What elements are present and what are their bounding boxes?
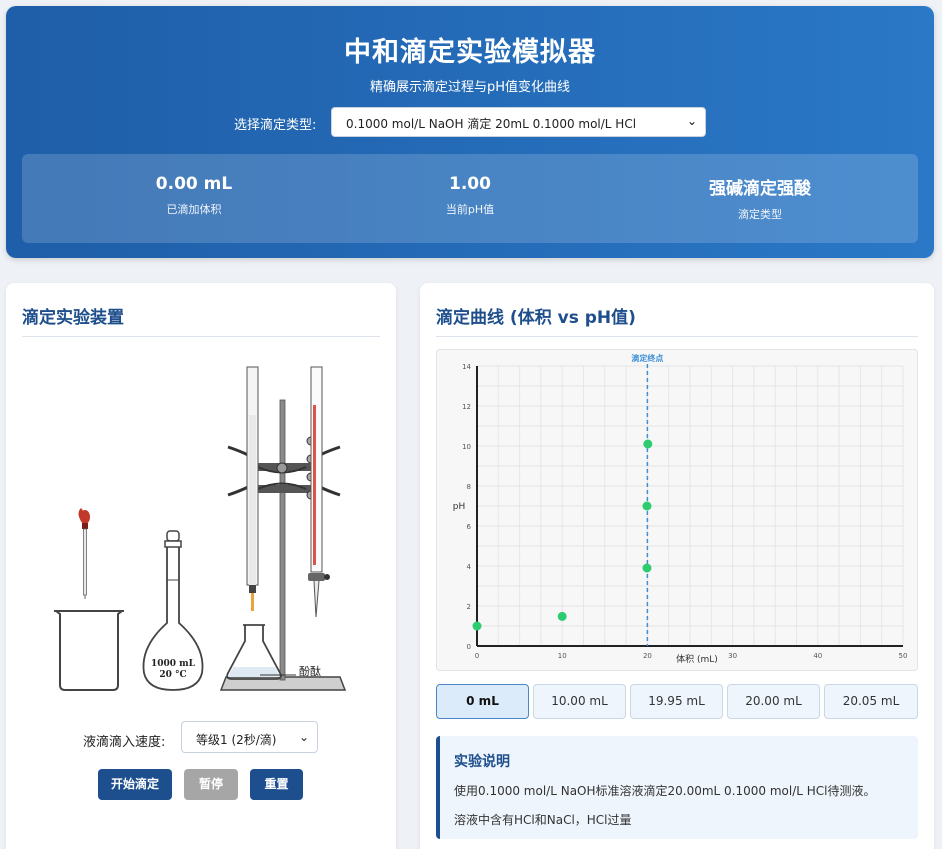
info-line-2: 溶液中含有HCl和NaCl，HCl过量 <box>454 813 632 827</box>
app-subtitle: 精确展示滴定过程与pH值变化曲线 <box>369 80 571 95</box>
x-tick-label: 20 <box>643 652 652 660</box>
divider <box>436 336 918 337</box>
volume-button-0[interactable]: 0 mL <box>436 684 529 719</box>
divider <box>22 336 380 337</box>
stat-type-label: 滴定类型 <box>738 208 782 221</box>
beaker-icon <box>54 610 124 691</box>
x-tick-label: 30 <box>728 652 737 660</box>
header-banner: 中和滴定实验模拟器 精确展示滴定过程与pH值变化曲线 选择滴定类型: 0.100… <box>6 6 934 258</box>
flask-volume-label: 1000 mL <box>151 659 196 669</box>
stat-type: 强碱滴定强酸 滴定类型 <box>610 174 910 222</box>
conical-flask-icon <box>226 624 282 680</box>
data-point <box>472 621 482 631</box>
flask-temp-label: 20 °C <box>159 670 186 680</box>
y-axis-label: pH <box>453 502 465 512</box>
burette-right <box>308 366 330 618</box>
x-tick-label: 10 <box>558 652 567 660</box>
y-tick-label: 0 <box>467 643 471 651</box>
x-tick-label: 40 <box>813 652 822 660</box>
experiment-info: 实验说明 使用0.1000 mol/L NaOH标准溶液滴定20.00mL 0.… <box>436 736 918 839</box>
chevron-down-icon: ⌄ <box>298 730 309 744</box>
y-tick-label: 14 <box>462 363 471 371</box>
info-line-1: 使用0.1000 mol/L NaOH标准溶液滴定20.00mL 0.1000 … <box>454 784 876 798</box>
stat-ph: 1.00 当前pH值 <box>320 174 620 217</box>
reset-button[interactable]: 重置 <box>250 769 303 800</box>
stats-bar: 0.00 mL 已滴加体积 1.00 当前pH值 强碱滴定强酸 滴定类型 <box>22 154 918 243</box>
titration-apparatus: 1000 mL 20 °C 酚酞 <box>54 366 347 691</box>
y-tick-label: 12 <box>462 403 471 411</box>
speed-value: 等级1 (2秒/滴) <box>196 733 277 747</box>
speed-select[interactable]: 等级1 (2秒/滴) ⌄ <box>181 721 318 753</box>
burette-left <box>246 366 259 611</box>
apparatus-title: 滴定实验装置 <box>22 308 124 328</box>
x-tick-label: 0 <box>475 652 479 660</box>
stat-volume: 0.00 mL 已滴加体积 <box>44 174 344 217</box>
volumetric-flask-icon: 1000 mL 20 °C <box>142 530 204 691</box>
y-tick-label: 10 <box>462 443 471 451</box>
info-title: 实验说明 <box>454 754 510 770</box>
y-tick-label: 8 <box>467 483 471 491</box>
titration-type-label: 选择滴定类型: <box>234 118 317 133</box>
pause-button[interactable]: 暂停 <box>184 769 238 800</box>
stat-ph-label: 当前pH值 <box>445 203 495 216</box>
x-axis-label: 体积 (mL) <box>676 653 718 665</box>
chart-panel-title: 滴定曲线 (体积 vs pH值) <box>436 308 636 328</box>
indicator-label: 酚酞 <box>299 664 321 678</box>
x-tick-label: 50 <box>899 652 908 660</box>
stat-volume-value: 0.00 mL <box>155 174 233 194</box>
volume-button-19-95[interactable]: 19.95 mL <box>630 684 723 719</box>
start-button[interactable]: 开始滴定 <box>98 769 172 800</box>
volume-button-20[interactable]: 20.00 mL <box>727 684 820 719</box>
stat-ph-value: 1.00 <box>449 174 491 194</box>
data-point <box>557 611 567 621</box>
titration-type-value: 0.1000 mol/L NaOH 滴定 20mL 0.1000 mol/L H… <box>346 117 637 131</box>
stat-type-value: 强碱滴定强酸 <box>709 179 811 199</box>
y-tick-label: 2 <box>467 603 471 611</box>
volume-button-10[interactable]: 10.00 mL <box>533 684 626 719</box>
data-point <box>643 439 653 449</box>
data-point <box>642 563 652 573</box>
dropper-icon[interactable] <box>78 508 91 599</box>
endpoint-label: 滴定终点 <box>631 353 663 363</box>
data-point <box>642 501 652 511</box>
volume-button-20-05[interactable]: 20.05 mL <box>824 684 918 719</box>
y-tick-label: 6 <box>467 523 472 531</box>
stand-rod <box>279 399 286 681</box>
app-title: 中和滴定实验模拟器 <box>344 37 596 68</box>
chevron-down-icon: ⌄ <box>686 114 697 128</box>
speed-label: 液滴滴入速度: <box>83 735 166 750</box>
chart-container: 0 2 4 6 8 10 12 14 0 10 20 30 40 50 pH 体积 (mL) 滴定终点 <box>436 349 918 671</box>
stat-volume-label: 已滴加体积 <box>166 203 222 216</box>
y-tick-label: 4 <box>467 563 472 571</box>
titration-chart: 0 2 4 6 8 10 12 14 0 10 20 30 40 50 pH 体积 (mL) 滴定终点 <box>453 353 908 665</box>
titration-type-select[interactable]: 0.1000 mol/L NaOH 滴定 20mL 0.1000 mol/L H… <box>331 107 706 137</box>
